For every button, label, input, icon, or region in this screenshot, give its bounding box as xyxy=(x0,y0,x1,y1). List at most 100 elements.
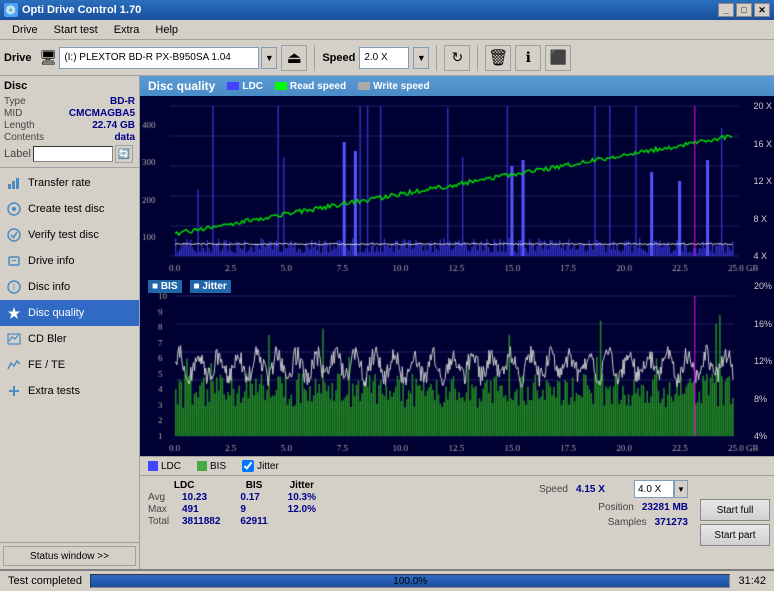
time-display: 31:42 xyxy=(734,575,770,587)
speed-select-display[interactable]: 4.0 X xyxy=(634,480,674,498)
close-button[interactable]: ✕ xyxy=(754,3,770,17)
sidebar-item-drive-info[interactable]: Drive info xyxy=(0,248,139,274)
verify-test-disc-label: Verify test disc xyxy=(28,229,99,241)
legend-write-speed-color xyxy=(358,82,370,90)
sidebar: Disc Type BD-R MID CMCMAGBA5 Length 22.7… xyxy=(0,76,140,569)
drive-combo[interactable]: (I:) PLEXTOR BD-R PX-B950SA 1.04 xyxy=(59,47,259,69)
disc-section: Disc Type BD-R MID CMCMAGBA5 Length 22.7… xyxy=(0,76,139,168)
ldc-data: Avg 10.23 Max 491 Total 3811882 xyxy=(148,492,220,527)
menu-drive[interactable]: Drive xyxy=(4,22,46,38)
status-window-button[interactable]: Status window >> xyxy=(3,546,136,566)
progress-text: 100.0% xyxy=(91,575,729,588)
refresh-button[interactable]: ↻ xyxy=(444,45,470,71)
sidebar-item-fe-te[interactable]: FE / TE xyxy=(0,352,139,378)
chart-stats: LDC BIS Jitter xyxy=(140,456,774,569)
create-test-disc-icon xyxy=(6,201,22,217)
stats-legend-jitter: Jitter xyxy=(242,460,279,472)
bis-data: 0.17 9 62911 xyxy=(240,492,267,527)
drive-combo-arrow[interactable]: ▼ xyxy=(261,47,277,69)
toolbar-separator-2 xyxy=(436,45,437,71)
ldc-total-row: Total 3811882 xyxy=(148,516,220,527)
speed-select-arrow[interactable]: ▼ xyxy=(674,480,688,498)
stats-data-row: LDC Avg 10.23 Max 491 xyxy=(140,476,774,569)
jitter-header: Jitter xyxy=(288,480,316,491)
speed-combo-arrow[interactable]: ▼ xyxy=(413,47,429,69)
legend-write-speed-label: Write speed xyxy=(373,81,430,92)
disc-mid-row: MID CMCMAGBA5 xyxy=(4,108,135,119)
menu-extra[interactable]: Extra xyxy=(106,22,148,38)
sidebar-item-create-test-disc[interactable]: Create test disc xyxy=(0,196,139,222)
lower-chart-title: ■ BIS ■ Jitter xyxy=(148,280,231,293)
speed-label: Speed xyxy=(322,52,355,64)
status-text: Test completed xyxy=(4,575,86,587)
info-button[interactable]: ℹ xyxy=(515,45,541,71)
bis-max-value: 9 xyxy=(240,504,267,515)
sidebar-item-disc-info[interactable]: i Disc info xyxy=(0,274,139,300)
position-label: Position xyxy=(579,502,634,513)
jitter-label: ■ Jitter xyxy=(190,280,231,293)
chart-title-bar: Disc quality LDC Read speed Write speed xyxy=(140,76,774,96)
lower-chart: ■ BIS ■ Jitter 20% 16% 12% 8% 4% xyxy=(140,276,774,456)
sidebar-item-disc-quality[interactable]: Disc quality xyxy=(0,300,139,326)
legend-ldc-color xyxy=(227,82,239,90)
speed-stat-label: Speed xyxy=(513,484,568,495)
speed-select-combo: 4.0 X ▼ xyxy=(634,480,688,498)
start-full-button[interactable]: Start full xyxy=(700,499,770,521)
title-bar: 💿 Opti Drive Control 1.70 _ □ ✕ xyxy=(0,0,774,20)
stats-bis-text: BIS xyxy=(210,461,226,472)
drive-eject-button[interactable]: ⏏ xyxy=(281,45,307,71)
stats-col-jitter: Jitter 10.3% 12.0% xyxy=(288,480,316,515)
sidebar-item-verify-test-disc[interactable]: Verify test disc xyxy=(0,222,139,248)
stats-bis-color xyxy=(197,461,207,471)
maximize-button[interactable]: □ xyxy=(736,3,752,17)
speed-combo[interactable]: 2.0 X xyxy=(359,47,409,69)
jitter-checkbox[interactable] xyxy=(242,460,254,472)
ldc-max-label: Max xyxy=(148,504,178,515)
menu-start-test[interactable]: Start test xyxy=(46,22,106,38)
disc-contents-row: Contents data xyxy=(4,132,135,143)
erase-button[interactable]: 🗑 xyxy=(485,45,511,71)
fe-te-icon xyxy=(6,357,22,373)
svg-text:i: i xyxy=(13,283,15,292)
stats-columns: LDC Avg 10.23 Max 491 xyxy=(140,476,324,569)
extra-tests-icon xyxy=(6,383,22,399)
app-icon: 💿 xyxy=(4,3,18,17)
sidebar-item-transfer-rate[interactable]: Transfer rate xyxy=(0,170,139,196)
disc-type-value: BD-R xyxy=(110,96,135,107)
drive-toolbar-label: Drive xyxy=(4,52,32,64)
stats-ldc-text: LDC xyxy=(161,461,181,472)
stats-col-ldc: LDC Avg 10.23 Max 491 xyxy=(148,480,220,527)
toolbar-separator-3 xyxy=(477,45,478,71)
stats-jitter-text: Jitter xyxy=(257,461,279,472)
ldc-total-label: Total xyxy=(148,516,178,527)
minimize-button[interactable]: _ xyxy=(718,3,734,17)
ldc-header: LDC xyxy=(148,480,220,491)
start-part-button[interactable]: Start part xyxy=(700,524,770,546)
stats-ldc-color xyxy=(148,461,158,471)
stats-col-bis: BIS 0.17 9 62911 xyxy=(240,480,267,527)
samples-row: Samples 371273 xyxy=(592,517,688,528)
settings-button[interactable]: ⬛ xyxy=(545,45,571,71)
disc-label-btn[interactable]: 🔄 xyxy=(115,145,133,163)
cd-bler-icon xyxy=(6,331,22,347)
sidebar-item-cd-bler[interactable]: CD Bler xyxy=(0,326,139,352)
legend-write-speed: Write speed xyxy=(358,81,430,92)
lower-chart-canvas xyxy=(140,276,774,456)
legend-read-speed: Read speed xyxy=(275,81,346,92)
progress-bar-container: 100.0% xyxy=(90,574,730,588)
bis-header: BIS xyxy=(240,480,267,491)
disc-length-value: 22.74 GB xyxy=(92,120,135,131)
legend-ldc-label: LDC xyxy=(242,81,263,92)
menu-help[interactable]: Help xyxy=(147,22,186,38)
sidebar-item-extra-tests[interactable]: Extra tests xyxy=(0,378,139,404)
toolbar: Drive 🖥 (I:) PLEXTOR BD-R PX-B950SA 1.04… xyxy=(0,40,774,76)
disc-contents-label: Contents xyxy=(4,132,44,143)
disc-label-input[interactable] xyxy=(33,146,113,162)
ldc-total-value: 3811882 xyxy=(182,516,220,527)
stats-buttons: Start full Start part xyxy=(696,476,774,569)
ldc-avg-label: Avg xyxy=(148,492,178,503)
transfer-rate-icon xyxy=(6,175,22,191)
stats-right-info: Speed 4.15 X 4.0 X ▼ Position 2328 xyxy=(324,476,696,569)
legend-read-speed-color xyxy=(275,82,287,90)
upper-chart: 20 X 16 X 12 X 8 X 4 X xyxy=(140,96,774,276)
